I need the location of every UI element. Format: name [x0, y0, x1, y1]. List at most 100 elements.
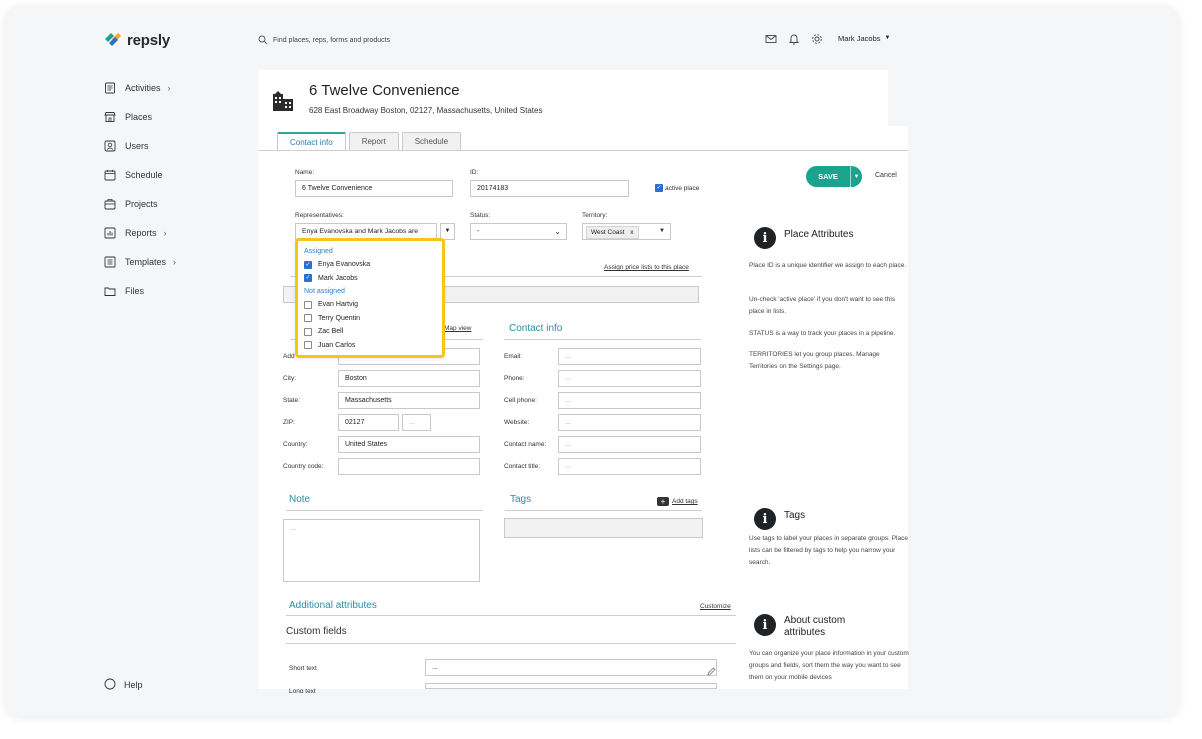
search-placeholder: Find places, reps, forms and products: [273, 36, 391, 44]
rep-option[interactable]: Zac Bell: [304, 325, 436, 339]
rep-name: Mark Jacobs: [318, 274, 358, 282]
store-icon: [103, 110, 117, 124]
name-label: Name:: [295, 169, 315, 176]
short-text-label: Short text: [289, 665, 317, 672]
page-title: 6 Twelve Convenience: [309, 82, 460, 99]
active-place-checkbox[interactable]: ✓ active place: [655, 184, 699, 192]
tab-divider: [258, 150, 908, 151]
sidebar-item-label: Activities: [125, 82, 161, 93]
city-input[interactable]: Boston: [338, 370, 480, 387]
logo-text: repsly: [127, 31, 170, 49]
rep-option[interactable]: ✓ Mark Jacobs: [304, 272, 436, 286]
sidebar-item-activities[interactable]: Activities ›: [103, 73, 176, 102]
add-tags-link[interactable]: + Add tags: [657, 497, 698, 506]
help-icon: [104, 678, 118, 692]
representatives-dropdown: Assigned ✓ Enya Evanovska ✓ Mark Jacobs No…: [295, 238, 445, 358]
custom-help-text: You can organize your place information …: [749, 650, 909, 681]
sidebar-item-reports[interactable]: Reports ›: [103, 218, 176, 247]
sidebar-item-files[interactable]: Files: [103, 276, 176, 305]
city-label: City:: [283, 375, 296, 382]
cell-phone-field[interactable]: ...: [558, 392, 701, 409]
long-text-input[interactable]: [425, 683, 717, 689]
zip-extension-input[interactable]: ...: [402, 414, 431, 431]
contact-name-field[interactable]: ...: [558, 436, 701, 453]
territory-label: Territory:: [582, 212, 608, 219]
territory-select[interactable]: West Coast x ▼: [582, 223, 671, 240]
sidebar-item-templates[interactable]: Templates ›: [103, 247, 176, 276]
map-view-link[interactable]: Map view: [444, 325, 471, 332]
tags-title: Tags: [510, 494, 532, 505]
tab-contact-info[interactable]: Contact info: [277, 132, 346, 151]
repsly-logo[interactable]: repsly: [103, 31, 170, 49]
website-field[interactable]: ...: [558, 414, 701, 431]
mail-icon[interactable]: [765, 32, 777, 44]
country-label: Country:: [283, 441, 308, 448]
help-label: Help: [124, 680, 143, 690]
templates-icon: [103, 255, 117, 269]
tags-divider: [505, 510, 702, 511]
status-select[interactable]: - ⌄: [470, 223, 567, 240]
state-input[interactable]: Massachusetts: [338, 392, 480, 409]
rep-option[interactable]: Juan Carlos: [304, 339, 436, 353]
name-input[interactable]: 6 Twelve Convenience: [295, 180, 453, 197]
remove-icon[interactable]: x: [630, 229, 633, 236]
tab-report[interactable]: Report: [348, 132, 399, 151]
place-address: 628 East Broadway Boston, 02127, Massach…: [309, 106, 543, 115]
sidebar-item-label: Reports: [125, 227, 157, 238]
tab-schedule[interactable]: Schedule: [401, 132, 462, 151]
rep-name: Terry Quentin: [318, 314, 361, 322]
assign-price-lists-link[interactable]: Assign price lists to this place: [604, 264, 689, 271]
user-name: Mark Jacobs: [838, 33, 881, 43]
tags-field[interactable]: [504, 518, 703, 538]
website-label: Website:: [504, 419, 530, 426]
rep-name: Evan Hartvig: [318, 301, 359, 309]
note-textarea[interactable]: ...: [283, 519, 480, 582]
custom-fields-title: Custom fields: [286, 626, 347, 637]
short-text-input[interactable]: ...: [425, 659, 717, 676]
country-code-label: Country code:: [283, 463, 324, 470]
state-label: State:: [283, 397, 300, 404]
tags-help-text: Use tags to label your places in separat…: [749, 535, 908, 566]
country-code-input[interactable]: [338, 458, 480, 475]
bell-icon[interactable]: [788, 32, 800, 45]
header-actions: Mark Jacobs ▼: [765, 32, 890, 45]
tab-bar: Contact info Report Schedule: [277, 132, 462, 151]
place-header-panel: [258, 70, 888, 132]
checkbox-checked-icon: ✓: [655, 184, 663, 192]
contact-title-field[interactable]: ...: [558, 458, 701, 475]
note-divider: [286, 510, 483, 511]
phone-field[interactable]: ...: [558, 370, 701, 387]
checkbox-checked-icon: ✓: [304, 260, 312, 269]
id-input[interactable]: 20174183: [470, 180, 629, 197]
contact-title-label: Contact title:: [504, 463, 541, 470]
id-label: ID:: [470, 169, 479, 176]
gear-icon[interactable]: [811, 32, 823, 44]
sidebar-item-label: Templates: [125, 256, 167, 267]
help-link[interactable]: Help: [104, 678, 143, 692]
info-icon: i: [754, 614, 776, 636]
save-button[interactable]: SAVE ▼: [806, 166, 862, 187]
sidebar-item-schedule[interactable]: Schedule: [103, 160, 176, 189]
caret-down-icon: ▼: [884, 35, 891, 41]
calendar-icon: [103, 168, 117, 182]
rep-option[interactable]: Terry Quentin: [304, 312, 436, 326]
user-menu[interactable]: Mark Jacobs ▼: [838, 34, 890, 43]
caret-down-icon[interactable]: ▼: [850, 166, 862, 187]
country-input[interactable]: United States: [338, 436, 480, 453]
pencil-icon[interactable]: [707, 663, 716, 676]
email-field[interactable]: ...: [558, 348, 701, 365]
sidebar-item-users[interactable]: Users: [103, 131, 176, 160]
sidebar-item-places[interactable]: Places: [103, 102, 176, 131]
sidebar-item-projects[interactable]: Projects: [103, 189, 176, 218]
info-icon: i: [754, 508, 776, 530]
rep-name: Enya Evanovska: [318, 261, 371, 269]
sidebar-item-label: Projects: [125, 198, 158, 209]
assigned-header: Assigned: [304, 248, 333, 255]
sidebar-item-label: Places: [125, 111, 153, 122]
rep-option[interactable]: Evan Hartvig: [304, 298, 436, 312]
cancel-button[interactable]: Cancel: [875, 172, 897, 179]
zip-input[interactable]: 02127: [338, 414, 399, 431]
global-search[interactable]: Find places, reps, forms and products: [258, 35, 390, 45]
customize-link[interactable]: Customize: [700, 603, 731, 610]
rep-option[interactable]: ✓ Enya Evanovska: [304, 258, 436, 272]
